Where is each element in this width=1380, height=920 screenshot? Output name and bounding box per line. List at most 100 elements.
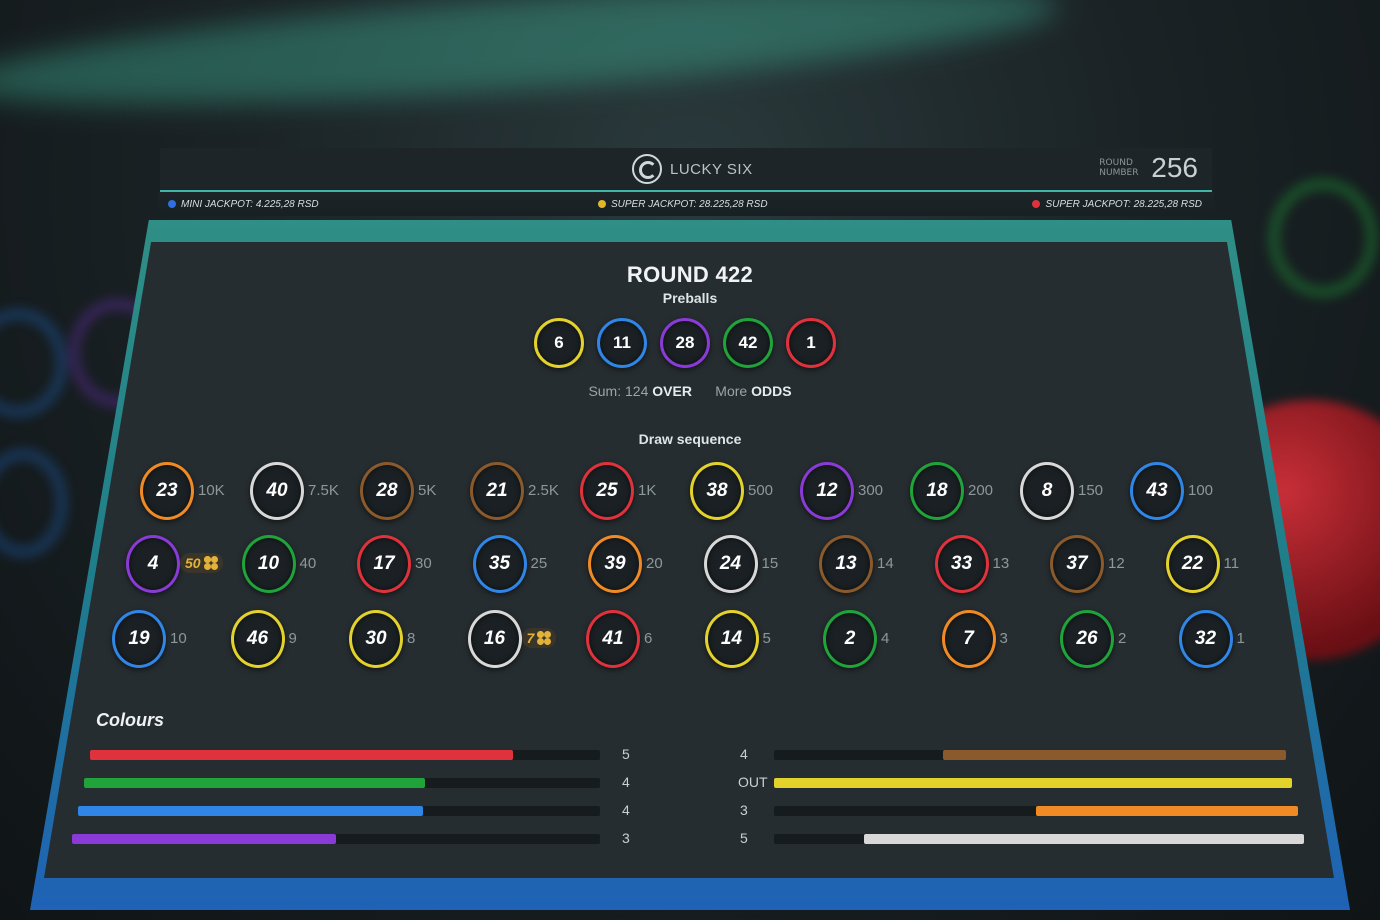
- draw-ball: 21: [470, 462, 524, 520]
- odd-value: 8: [407, 630, 416, 647]
- draw-ball: 28: [360, 462, 414, 520]
- bonus-odd-badge: 50: [180, 553, 223, 573]
- odd-value: 200: [968, 482, 994, 499]
- sum-more-line: Sum: 124 OVER More ODDS: [0, 383, 1380, 399]
- colour-count: 3: [740, 802, 748, 818]
- round-number-display: ROUND NUMBER 256: [1099, 152, 1198, 184]
- draw-ball: 37: [1050, 535, 1104, 593]
- preball: 1: [786, 318, 836, 368]
- background-light-streak: [0, 0, 1062, 129]
- colour-count: 5: [622, 746, 630, 762]
- jackpot-bar: MINI JACKPOT: 4.225,28 RSD SUPER JACKPOT…: [158, 192, 1214, 216]
- bonus-odd-badge: 7: [521, 628, 557, 648]
- colour-bar-fill: [864, 834, 1304, 844]
- draw-ball: 35: [472, 535, 527, 593]
- draw-ball: 32: [1178, 610, 1233, 668]
- odd-value: 150: [1078, 482, 1104, 499]
- preball: 28: [660, 318, 710, 368]
- odd-value: 6: [644, 630, 653, 647]
- odd-value: 4: [881, 630, 890, 647]
- odd-value: 500: [748, 482, 774, 499]
- draw-ball: 30: [349, 610, 403, 668]
- odd-value: 10K: [198, 482, 225, 499]
- top-bar: LUCKY SIX ROUND NUMBER 256: [160, 148, 1212, 192]
- draw-ball: 18: [910, 462, 964, 520]
- colour-count: 5: [740, 830, 748, 846]
- draw-ball: 41: [586, 610, 640, 668]
- draw-ball: 4: [126, 535, 180, 593]
- colour-count: 4: [622, 774, 630, 790]
- odd-value: 13: [992, 555, 1010, 572]
- odd-value: 10: [170, 630, 187, 647]
- more-result: ODDS: [751, 383, 792, 399]
- super-jackpot-yellow: SUPER JACKPOT: 28.225,28 RSD: [598, 199, 768, 210]
- clover-icon: [537, 631, 551, 645]
- super-jackpot-icon: [598, 200, 606, 208]
- more-label: More: [715, 383, 748, 399]
- odd-value: 2.5K: [528, 482, 559, 499]
- odd-value: 1K: [638, 482, 657, 499]
- draw-ball: 8: [1020, 462, 1074, 520]
- draw-ball: 33: [934, 535, 989, 593]
- odd-value: 300: [858, 482, 884, 499]
- colour-bar-fill: [78, 806, 423, 816]
- odd-value: 5K: [418, 482, 437, 499]
- preball: 6: [534, 318, 584, 368]
- super-jackpot-icon: [1032, 200, 1041, 208]
- colour-count: 4: [740, 746, 748, 762]
- draw-ball: 16: [467, 610, 522, 668]
- game-logo: LUCKY SIX: [632, 154, 753, 184]
- draw-ball: 26: [1060, 610, 1114, 668]
- preball: 42: [723, 318, 773, 368]
- draw-ball: 24: [703, 535, 758, 593]
- draw-ball: 2: [823, 610, 877, 668]
- draw-ball: 40: [250, 462, 304, 520]
- colour-bar-fill: [774, 778, 1292, 788]
- draw-ball: 12: [800, 462, 854, 520]
- odd-value: 25: [530, 555, 548, 572]
- odd-value: 100: [1188, 482, 1214, 499]
- draw-ball: 46: [230, 610, 285, 668]
- super-jackpot-label: SUPER JACKPOT: 28.225,28 RSD: [611, 198, 768, 210]
- odd-value: 1: [1236, 630, 1245, 647]
- draw-ball: 43: [1130, 462, 1184, 520]
- colour-bar-fill: [90, 750, 514, 760]
- super-jackpot-red: SUPER JACKPOT: 28.225,28 RSD: [1032, 199, 1202, 210]
- colour-count: 4: [622, 802, 630, 818]
- odd-value: 20: [646, 555, 663, 572]
- colour-bar-fill: [84, 778, 425, 788]
- colour-bar: [90, 750, 600, 760]
- colour-bar: [774, 806, 1298, 816]
- odd-value: 12: [1108, 555, 1125, 572]
- colour-bar: [78, 806, 600, 816]
- mini-jackpot: MINI JACKPOT: 4.225,28 RSD: [168, 199, 319, 210]
- lucky-six-logo-icon: [632, 154, 662, 184]
- draw-ball: 25: [580, 462, 634, 520]
- draw-ball: 10: [241, 535, 296, 593]
- draw-ball: 23: [140, 462, 194, 520]
- colour-bar-fill: [942, 750, 1286, 760]
- colour-count: 3: [622, 830, 630, 846]
- colour-bar: [84, 778, 600, 788]
- odd-value: 11: [1223, 555, 1240, 572]
- odd-value: 14: [877, 555, 894, 572]
- odd-value: 5: [762, 630, 771, 647]
- draw-sequence-label: Draw sequence: [638, 431, 742, 447]
- sum-label: Sum: 124: [588, 383, 649, 399]
- odd-value: 50: [185, 555, 201, 571]
- game-title: LUCKY SIX: [670, 160, 753, 178]
- colour-count: OUT: [738, 774, 768, 790]
- odd-value: 7.5K: [308, 482, 339, 499]
- background-ball: [0, 310, 66, 416]
- draw-ball: 39: [588, 535, 642, 593]
- sum-result: OVER: [652, 383, 692, 399]
- preball: 11: [597, 318, 647, 368]
- colour-bar-fill: [1036, 806, 1298, 816]
- odd-value: 30: [415, 555, 432, 572]
- super-jackpot-label: SUPER JACKPOT: 28.225,28 RSD: [1045, 198, 1202, 210]
- colour-bar: [774, 778, 1292, 788]
- colour-bar-fill: [72, 834, 336, 844]
- round-number-value: 256: [1151, 152, 1198, 183]
- background-ball: [0, 450, 66, 556]
- preballs-label: Preballs: [662, 290, 718, 306]
